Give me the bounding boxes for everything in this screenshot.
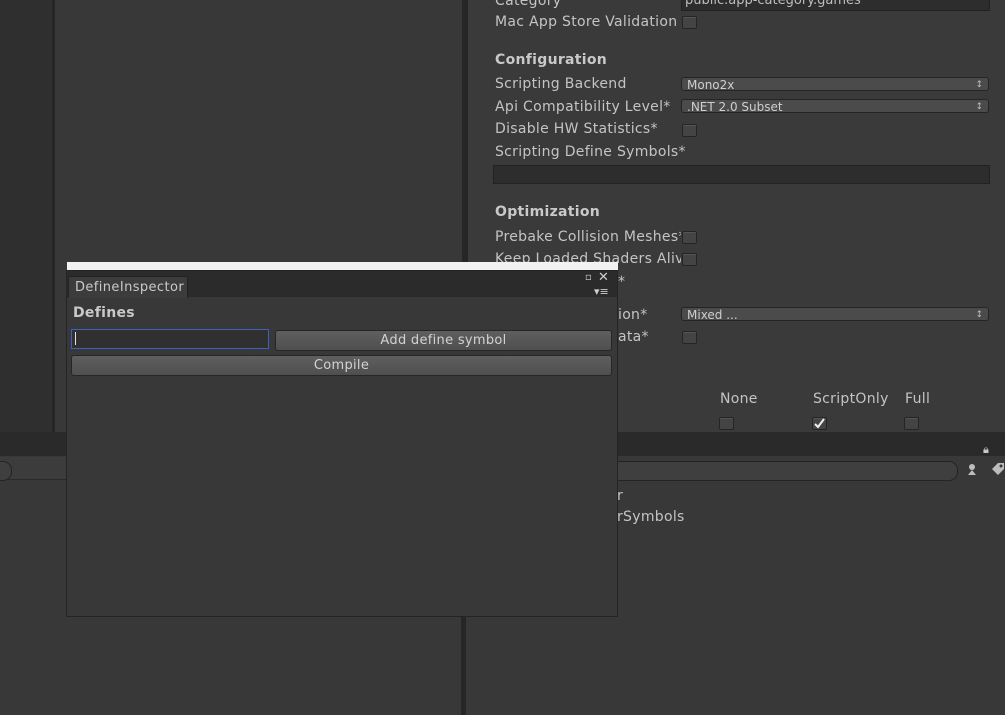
define-symbol-input[interactable] xyxy=(71,329,269,349)
stripping-label: ion* xyxy=(618,307,648,323)
data-label: ata* xyxy=(618,329,649,345)
category-value: public.app-category.games xyxy=(685,0,861,8)
maximize-icon[interactable]: ▫ xyxy=(585,272,592,283)
log-col-none: None xyxy=(720,391,758,407)
define-symbols-field[interactable] xyxy=(493,165,990,184)
partial-label: * xyxy=(618,274,626,290)
lock-icon[interactable]: 🔒︎ xyxy=(983,443,989,457)
tab-define-inspector[interactable]: DefineInspector xyxy=(68,276,188,298)
dropdown-arrow-icon: ↕ xyxy=(975,80,983,90)
stripping-dropdown[interactable]: Mixed ... ↕ xyxy=(681,307,989,322)
defines-header: Defines xyxy=(73,305,135,321)
mac-validation-checkbox[interactable] xyxy=(682,16,697,29)
log-full-checkbox[interactable] xyxy=(904,417,919,430)
project-search-input[interactable] xyxy=(610,461,958,481)
scripting-backend-value: Mono2x xyxy=(687,78,735,92)
keep-shaders-checkbox[interactable] xyxy=(682,253,697,266)
tag-icon[interactable] xyxy=(990,461,1005,477)
close-icon[interactable]: ✕ xyxy=(598,270,609,285)
window-title-strip[interactable] xyxy=(67,262,618,270)
dropdown-arrow-icon: ↕ xyxy=(975,310,983,320)
define-symbols-label: Scripting Define Symbols* xyxy=(495,144,686,160)
filter-icon[interactable] xyxy=(966,462,982,476)
project-item[interactable]: rSymbols xyxy=(617,509,685,525)
log-scriptonly-checkbox[interactable] xyxy=(812,417,827,430)
category-field[interactable]: public.app-category.games xyxy=(681,0,990,11)
log-col-scriptonly: ScriptOnly xyxy=(813,391,889,407)
category-label: Category xyxy=(495,0,562,9)
disable-hw-label: Disable HW Statistics* xyxy=(495,121,658,137)
hierarchy-panel xyxy=(0,0,52,432)
scripting-backend-label: Scripting Backend xyxy=(495,76,627,92)
stripping-value: Mixed ... xyxy=(687,308,738,322)
add-define-symbol-button[interactable]: Add define symbol xyxy=(275,330,612,351)
checkmark-icon xyxy=(814,418,825,429)
data-checkbox[interactable] xyxy=(682,331,697,344)
context-menu-icon[interactable]: ▾≡ xyxy=(594,285,609,298)
api-compat-label: Api Compatibility Level* xyxy=(495,99,671,115)
log-none-checkbox[interactable] xyxy=(719,417,734,430)
mac-validation-label: Mac App Store Validation xyxy=(495,14,678,30)
prebake-label-wrap: Prebake Collision Meshes* xyxy=(495,229,681,245)
text-caret xyxy=(75,332,76,345)
prebake-checkbox[interactable] xyxy=(682,231,697,244)
optimization-header: Optimization xyxy=(495,204,601,220)
api-compat-value: .NET 2.0 Subset xyxy=(687,100,783,114)
scripting-backend-dropdown[interactable]: Mono2x ↕ xyxy=(681,77,989,92)
define-inspector-window xyxy=(66,270,618,617)
disable-hw-checkbox[interactable] xyxy=(682,124,697,137)
api-compat-dropdown[interactable]: .NET 2.0 Subset ↕ xyxy=(681,99,989,114)
dropdown-arrow-icon: ↕ xyxy=(975,102,983,112)
configuration-header: Configuration xyxy=(495,52,608,68)
log-col-full: Full xyxy=(905,391,931,407)
tab-title: DefineInspector xyxy=(75,280,185,295)
compile-button[interactable]: Compile xyxy=(71,355,612,376)
prebake-label: Prebake Collision Meshes* xyxy=(495,229,681,245)
